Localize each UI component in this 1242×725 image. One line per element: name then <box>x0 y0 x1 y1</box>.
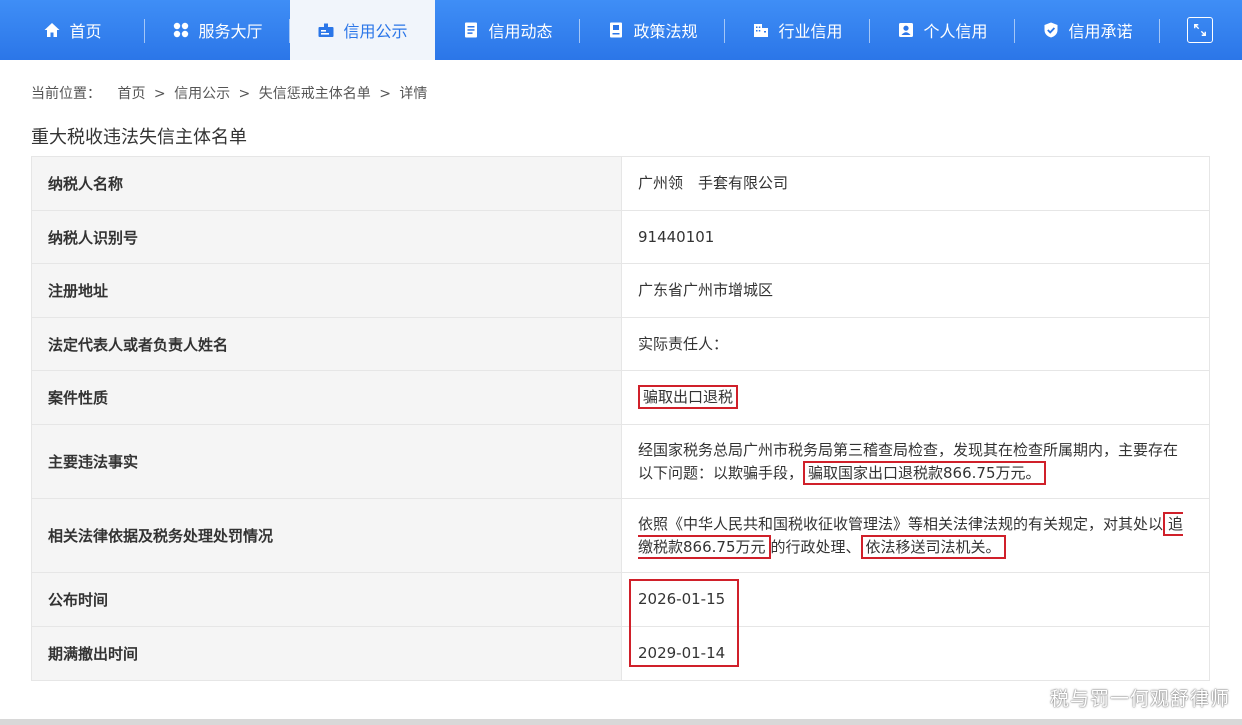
fullscreen-button[interactable] <box>1160 0 1240 60</box>
nav-label: 信用动态 <box>488 22 553 41</box>
row-value-text: 的行政处理、 <box>770 537 861 556</box>
date-highlight-box <box>629 579 739 667</box>
shield-check-icon <box>1042 21 1060 39</box>
breadcrumb-detail: 详情 <box>399 86 428 102</box>
nav-label: 个人信用 <box>923 22 988 41</box>
grid-icon <box>172 21 190 39</box>
nav-item-personal-credit[interactable]: 个人信用 <box>870 0 1015 60</box>
highlight-box: 骗取国家出口退税款866.75万元。 <box>803 460 1046 485</box>
nav-item-policy-regulations[interactable]: 政策法规 <box>580 0 725 60</box>
building-icon <box>752 21 770 39</box>
highlight-box: 骗取出口退税 <box>638 385 739 409</box>
highlight-box: 依法移送司法机关。 <box>860 534 1006 559</box>
nav-label: 信用承诺 <box>1068 22 1133 41</box>
nav-label: 首页 <box>69 22 102 41</box>
row-key: 注册地址 <box>31 263 622 318</box>
breadcrumb-separator: > <box>153 86 166 102</box>
row-value: 广州领 手套有限公司 <box>621 156 1210 211</box>
nav-label: 行业信用 <box>778 22 843 41</box>
home-icon <box>43 21 61 39</box>
nav-item-service-hall[interactable]: 服务大厅 <box>145 0 290 60</box>
bottom-bar <box>0 719 1242 725</box>
nav-label: 服务大厅 <box>198 22 263 41</box>
breadcrumb-separator: > <box>238 86 251 102</box>
person-card-icon <box>897 21 915 39</box>
row-key: 案件性质 <box>31 370 622 425</box>
nav-item-credit-news[interactable]: 信用动态 <box>435 0 580 60</box>
table-row: 注册地址 广东省广州市增城区 <box>31 263 1210 318</box>
breadcrumb-credit-publicity[interactable]: 信用公示 <box>174 86 230 102</box>
row-value: 91440101 <box>621 210 1210 264</box>
page-title: 重大税收违法失信主体名单 <box>31 127 247 148</box>
table-row: 相关法律依据及税务处理处罚情况 依照《中华人民共和国税收征收管理法》等相关法律法… <box>31 498 1210 573</box>
breadcrumb: 当前位置： 首页 > 信用公示 > 失信惩戒主体名单 > 详情 <box>31 83 427 103</box>
nav-item-credit-commitment[interactable]: 信用承诺 <box>1015 0 1160 60</box>
breadcrumb-home[interactable]: 首页 <box>117 86 145 102</box>
breadcrumb-blacklist[interactable]: 失信惩戒主体名单 <box>259 86 371 102</box>
row-key: 相关法律依据及税务处理处罚情况 <box>31 498 622 573</box>
table-row: 纳税人识别号 91440101 <box>31 210 1210 264</box>
row-key: 纳税人识别号 <box>31 210 622 264</box>
nav-label: 信用公示 <box>343 22 408 41</box>
table-row: 法定代表人或者负责人姓名 实际责任人： <box>31 317 1210 371</box>
row-value: 广东省广州市增城区 <box>621 263 1210 318</box>
nav-item-credit-publicity[interactable]: 信用公示 <box>290 0 435 60</box>
nav-item-industry-credit[interactable]: 行业信用 <box>725 0 870 60</box>
row-key: 期满撤出时间 <box>31 626 622 681</box>
table-row: 公布时间 2026-01-15 <box>31 572 1210 627</box>
book-icon <box>607 21 625 39</box>
row-value-text: 依照《中华人民共和国税收征收管理法》等相关法律法规的有关规定，对其处以 <box>638 514 1164 533</box>
row-value: 骗取出口退税 <box>621 370 1210 425</box>
table-row: 期满撤出时间 2029-01-14 <box>31 626 1210 681</box>
top-nav: 首页 服务大厅 信用公示 信用动态 政策法规 行业信用 个人信用 信用承诺 <box>0 0 1242 60</box>
breadcrumb-lead: 当前位置： <box>31 86 101 102</box>
row-key: 法定代表人或者负责人姓名 <box>31 317 622 371</box>
fullscreen-icon <box>1187 17 1213 43</box>
table-row: 案件性质 骗取出口退税 <box>31 370 1210 425</box>
row-value: 依照《中华人民共和国税收征收管理法》等相关法律法规的有关规定，对其处以 追缴税款8… <box>621 498 1210 573</box>
row-key: 主要违法事实 <box>31 424 622 499</box>
detail-table: 纳税人名称 广州领 手套有限公司 纳税人识别号 91440101 注册地址 广东… <box>31 156 1210 681</box>
nav-label: 政策法规 <box>633 22 698 41</box>
table-row: 主要违法事实 经国家税务总局广州市税务局第三稽查局检查，发现其在检查所属期内，主… <box>31 424 1210 499</box>
document-icon <box>462 21 480 39</box>
table-row: 纳税人名称 广州领 手套有限公司 <box>31 156 1210 211</box>
nav-item-home[interactable]: 首页 <box>0 0 145 60</box>
breadcrumb-separator: > <box>379 86 391 102</box>
watermark: 税与罚一何观舒律师 <box>1049 688 1230 710</box>
id-card-icon <box>317 21 335 39</box>
row-key: 公布时间 <box>31 572 622 627</box>
row-value: 实际责任人： <box>621 317 1210 371</box>
nav-divider <box>1159 19 1160 43</box>
row-key: 纳税人名称 <box>31 156 622 211</box>
row-value: 经国家税务总局广州市税务局第三稽查局检查，发现其在检查所属期内，主要存在以下问题… <box>621 424 1210 499</box>
